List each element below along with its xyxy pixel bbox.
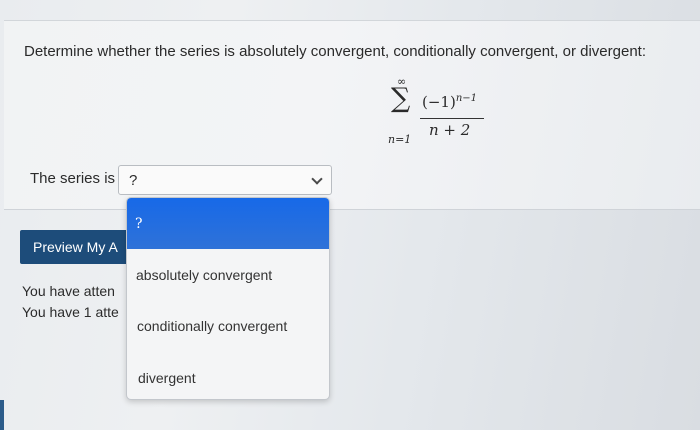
numerator-base: (−1) (422, 93, 456, 111)
dropdown-option-placeholder[interactable]: ? (127, 198, 329, 249)
formula-numerator: (−1)n−1 (422, 93, 477, 111)
dropdown-option-conditionally-convergent[interactable]: conditionally convergent (127, 318, 329, 334)
series-formula: ∞ ∑ n=1 (−1)n−1 n + 2 (388, 75, 498, 151)
fraction-bar (420, 118, 484, 119)
answer-select[interactable]: ? (118, 165, 332, 195)
dropdown-option-divergent[interactable]: divergent (127, 370, 329, 386)
page-edge-accent (0, 400, 4, 430)
answer-label: The series is (30, 170, 116, 187)
answer-dropdown-menu: ? absolutely convergent conditionally co… (126, 197, 330, 400)
sigma-symbol: ∑ (391, 83, 411, 114)
attempts-text: You have atten (22, 283, 115, 299)
chevron-down-icon (311, 173, 323, 185)
select-current-value: ? (129, 172, 138, 189)
question-prompt: Determine whether the series is absolute… (24, 43, 647, 60)
formula-denominator: n + 2 (429, 121, 471, 139)
dropdown-option-absolutely-convergent[interactable]: absolutely convergent (127, 267, 329, 283)
attempts-remaining-text: You have 1 atte (22, 304, 119, 320)
numerator-exponent: n−1 (455, 93, 478, 104)
sum-lower-limit: n=1 (388, 133, 412, 146)
preview-answer-button[interactable]: Preview My A (20, 230, 130, 264)
